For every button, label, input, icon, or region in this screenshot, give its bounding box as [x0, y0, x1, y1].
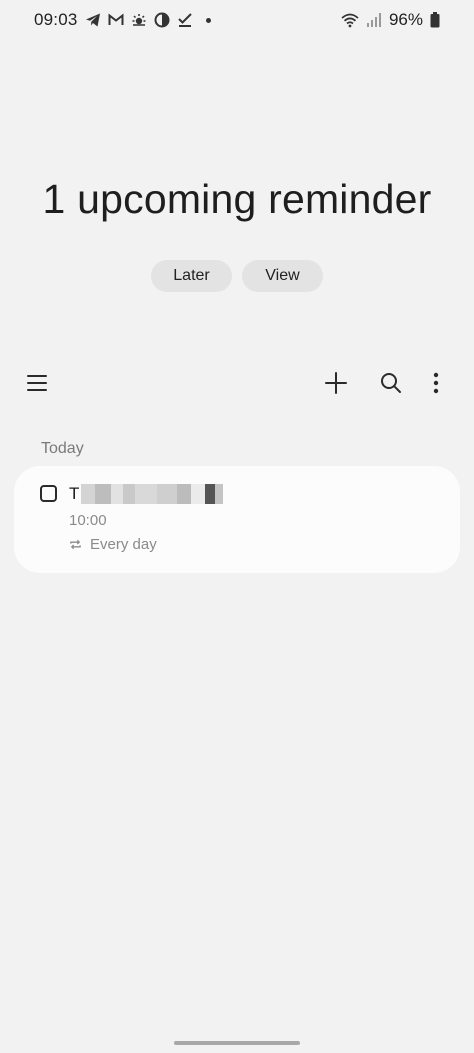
reminder-time: 10:00	[69, 512, 107, 529]
reminder-repeat: Every day	[69, 536, 157, 553]
battery-icon	[430, 12, 440, 28]
more-vertical-icon	[433, 372, 439, 394]
task-check-icon	[177, 13, 192, 27]
reminder-repeat-label: Every day	[90, 536, 157, 553]
reminder-actions: Later View	[0, 260, 474, 292]
search-button[interactable]	[370, 362, 412, 404]
status-right: 96%	[341, 10, 440, 30]
signal-icon	[366, 13, 381, 27]
search-icon	[381, 373, 401, 393]
hamburger-menu-icon	[27, 375, 47, 391]
more-notifications-dot-icon	[205, 17, 211, 23]
reminder-title: T	[69, 483, 224, 505]
battery-percentage: 96%	[388, 10, 423, 29]
gesture-navigation-handle[interactable]	[174, 1041, 300, 1045]
status-left: 09:03	[34, 10, 211, 30]
add-reminder-button[interactable]	[315, 362, 357, 404]
reminder-checkbox[interactable]	[40, 485, 57, 502]
more-options-button[interactable]	[415, 362, 457, 404]
weather-icon	[132, 14, 146, 26]
redacted-title-text	[81, 484, 224, 504]
telegram-icon	[85, 13, 100, 27]
status-time: 09:03	[34, 10, 78, 29]
toolbar	[0, 362, 474, 404]
later-button[interactable]: Later	[151, 260, 232, 292]
reminder-card[interactable]: T 10:00 Every day	[14, 466, 460, 573]
reminder-app: 09:03 96% 1 upcoming reminder Later View…	[0, 0, 474, 1053]
app-notification-icon	[154, 12, 170, 28]
view-button[interactable]: View	[242, 260, 323, 292]
gmail-icon	[108, 13, 124, 25]
repeat-icon	[70, 539, 81, 550]
page-title: 1 upcoming reminder	[42, 176, 432, 222]
section-header-today: Today	[41, 440, 84, 457]
menu-button[interactable]	[16, 362, 58, 404]
status-bar: 09:03 96%	[0, 0, 474, 40]
wifi-icon	[341, 13, 359, 28]
reminder-title-initial: T	[69, 484, 80, 503]
plus-icon	[325, 372, 347, 394]
